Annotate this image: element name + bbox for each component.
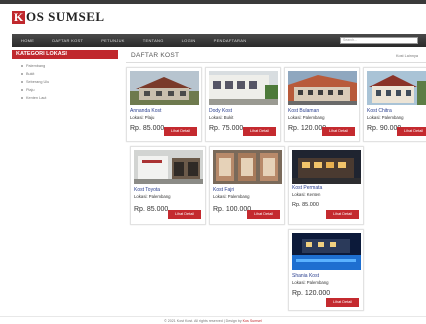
view-detail-button[interactable]: Lihat Detail bbox=[164, 127, 197, 136]
kost-location: Lokasi: Palembang bbox=[367, 115, 404, 120]
nav-login[interactable]: LOGIN bbox=[173, 38, 205, 43]
view-all-link[interactable]: Kost Lainnya bbox=[396, 54, 418, 58]
page-title: DAFTAR KOST bbox=[131, 52, 180, 59]
kost-location: Lokasi: Palembang bbox=[288, 115, 325, 120]
kost-card: Kost Toyota Lokasi: Palembang Rp. 85.000… bbox=[130, 146, 206, 225]
footer-link[interactable]: Kos Sumsel bbox=[243, 319, 262, 323]
kost-photo[interactable] bbox=[209, 71, 278, 105]
nav-daftar-kost[interactable]: DAFTAR KOST bbox=[43, 38, 92, 43]
kost-photo[interactable] bbox=[130, 71, 199, 105]
bullet-icon bbox=[21, 97, 23, 99]
kost-card: Kost Chitra Lokasi: Palembang Rp. 90.000… bbox=[363, 67, 426, 142]
kost-photo[interactable] bbox=[288, 71, 357, 105]
kost-price: Rp. 120.000 bbox=[288, 125, 327, 132]
bullet-icon bbox=[21, 89, 23, 91]
kost-photo[interactable] bbox=[292, 233, 361, 270]
sidebar-item[interactable]: Plaju bbox=[21, 86, 118, 94]
logo-mark: K bbox=[12, 9, 25, 24]
footer-divider bbox=[0, 316, 426, 317]
view-detail-button[interactable]: Lihat Detail bbox=[326, 298, 359, 307]
kost-name[interactable]: Annanda Kost bbox=[130, 108, 161, 114]
kost-card: Kost Permata Lokasi: Kenten Rp. 85.000 L… bbox=[288, 146, 364, 225]
kost-price: Rp. 85.000 bbox=[134, 206, 169, 213]
nav-home[interactable]: HOME bbox=[12, 38, 43, 43]
bullet-icon bbox=[21, 65, 23, 67]
kost-price: Rp. 120.000 bbox=[292, 290, 331, 297]
view-detail-button[interactable]: Lihat Detail bbox=[322, 127, 355, 136]
sidebar-item-label: Seberang Ulu bbox=[26, 80, 50, 84]
kost-card: Kost Bulaman Lokasi: Palembang Rp. 120.0… bbox=[284, 67, 360, 142]
main-navigation: HOME DAFTAR KOST PETUNJUK TENTANG LOGIN … bbox=[12, 34, 426, 47]
view-detail-button[interactable]: Lihat Detail bbox=[243, 127, 276, 136]
kost-name[interactable]: Kost Permata bbox=[292, 185, 322, 191]
kost-card: Kost Fajri Lokasi: Palembang Rp. 100.000… bbox=[209, 146, 285, 225]
site-logo[interactable]: K OS SUMSEL bbox=[12, 9, 105, 24]
kost-photo[interactable] bbox=[134, 150, 203, 184]
sidebar-item[interactable]: Bukit bbox=[21, 70, 118, 78]
sidebar-item-label: Palembang bbox=[26, 64, 46, 68]
kost-photo[interactable] bbox=[213, 150, 282, 184]
kost-name[interactable]: Kost Chitra bbox=[367, 108, 392, 114]
kost-price: Rp. 85.000 bbox=[130, 125, 165, 132]
kost-name[interactable]: Kost Fajri bbox=[213, 187, 234, 193]
sidebar: KATEGORI LOKASI Palembang Bukit Seberang… bbox=[12, 50, 118, 102]
kost-card: Dody Kost Lokasi: Bukit Rp. 75.000 Lihat… bbox=[205, 67, 281, 142]
sidebar-item-label: Bukit bbox=[26, 72, 35, 76]
kost-name[interactable]: Dody Kost bbox=[209, 108, 232, 114]
kost-name[interactable]: Kost Toyota bbox=[134, 187, 160, 193]
view-detail-button[interactable]: Lihat Detail bbox=[247, 210, 280, 219]
kost-card: Annanda Kost Lokasi: Plaju Rp. 85.000 Li… bbox=[126, 67, 202, 142]
sidebar-item-label: Plaju bbox=[26, 88, 35, 92]
kost-photo[interactable] bbox=[292, 150, 361, 184]
nav-tentang[interactable]: TENTANG bbox=[134, 38, 173, 43]
kost-card: Shania Kost Lokasi: Palembang Rp. 120.00… bbox=[288, 229, 364, 311]
sidebar-item[interactable]: Palembang bbox=[21, 62, 118, 70]
title-divider bbox=[126, 62, 426, 63]
kost-location: Lokasi: Plaju bbox=[130, 115, 155, 120]
kost-location: Lokasi: Palembang bbox=[134, 194, 171, 199]
kost-location: Lokasi: Kenten bbox=[292, 192, 321, 197]
kost-price: Rp. 85.000 bbox=[292, 202, 319, 208]
footer-text: © 2021 Kost Kost. All rights reserved | … bbox=[164, 319, 243, 323]
bullet-icon bbox=[21, 81, 23, 83]
search-input[interactable]: Search... bbox=[340, 37, 418, 44]
sidebar-item[interactable]: Kenten Laut bbox=[21, 94, 118, 102]
top-border bbox=[0, 0, 426, 4]
footer: © 2021 Kost Kost. All rights reserved | … bbox=[0, 319, 426, 323]
kost-price: Rp. 75.000 bbox=[209, 125, 244, 132]
view-detail-button[interactable]: Lihat Detail bbox=[168, 210, 201, 219]
kost-location: Lokasi: Palembang bbox=[292, 280, 329, 285]
sidebar-item[interactable]: Seberang Ulu bbox=[21, 78, 118, 86]
kost-location: Lokasi: Bukit bbox=[209, 115, 234, 120]
category-list: Palembang Bukit Seberang Ulu Plaju Kente… bbox=[12, 59, 118, 102]
nav-petunjuk[interactable]: PETUNJUK bbox=[92, 38, 134, 43]
view-detail-button[interactable]: Lihat Detail bbox=[397, 127, 426, 136]
nav-pendaftaran[interactable]: PENDAFTARAN bbox=[205, 38, 256, 43]
logo-text: OS SUMSEL bbox=[26, 9, 105, 24]
kost-photo[interactable] bbox=[367, 71, 426, 105]
bullet-icon bbox=[21, 73, 23, 75]
kost-name[interactable]: Kost Bulaman bbox=[288, 108, 319, 114]
kost-name[interactable]: Shania Kost bbox=[292, 273, 319, 279]
sidebar-item-label: Kenten Laut bbox=[26, 96, 47, 100]
kost-location: Lokasi: Palembang bbox=[213, 194, 250, 199]
sidebar-heading: KATEGORI LOKASI bbox=[12, 50, 118, 59]
view-detail-button[interactable]: Lihat Detail bbox=[326, 210, 359, 219]
kost-price: Rp. 100.000 bbox=[213, 206, 252, 213]
